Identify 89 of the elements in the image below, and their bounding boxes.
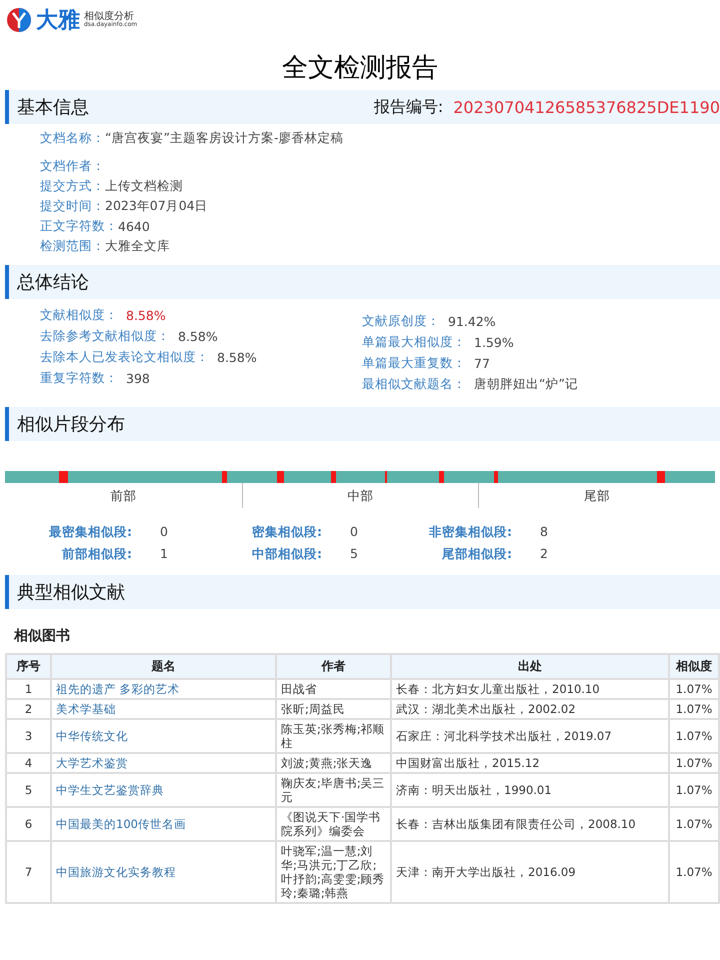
table-cell: 1.07% bbox=[669, 841, 719, 904]
field-value: 4640 bbox=[118, 219, 150, 234]
table-cell: 1.07% bbox=[669, 699, 719, 720]
table-cell: 1.07% bbox=[669, 719, 719, 754]
field-label: 检测范围： bbox=[40, 238, 105, 255]
field-value: “唐宫夜宴”主题客房设计方案-廖香林定稿 bbox=[105, 130, 344, 147]
table-cell: 张昕;周益民 bbox=[276, 699, 391, 720]
section-title: 总体结论 bbox=[17, 271, 89, 294]
metric-label: 单篇最大重复数： bbox=[362, 355, 466, 372]
field-value: 大雅全文库 bbox=[105, 238, 170, 255]
stat-label: 最密集相似段: bbox=[48, 524, 132, 541]
metric-value: 77 bbox=[474, 356, 490, 371]
table-cell: 1.07% bbox=[669, 753, 719, 774]
stat-label: 中部相似段: bbox=[251, 546, 322, 563]
stat-value: 5 bbox=[349, 546, 359, 563]
metric-value: 8.58% bbox=[126, 308, 166, 323]
segment-label: 中部 bbox=[347, 488, 374, 503]
stat-value: 2 bbox=[539, 546, 549, 563]
field-value: 2023年07月04日 bbox=[105, 198, 208, 215]
section-title: 典型相似文献 bbox=[17, 581, 125, 604]
column-header: 相似度 bbox=[669, 654, 719, 679]
metric-value: 8.58% bbox=[217, 350, 257, 365]
report-number: 20230704126585376825DE1190 bbox=[453, 98, 720, 116]
column-header: 题名 bbox=[51, 654, 276, 679]
metric-label: 去除参考文献相似度： bbox=[40, 328, 170, 345]
metric-value: 398 bbox=[126, 371, 150, 386]
stat-label: 非密集相似段: bbox=[428, 524, 512, 541]
table-cell: 7 bbox=[6, 841, 51, 904]
metric-label: 文献相似度： bbox=[40, 307, 118, 324]
logo-icon bbox=[6, 7, 32, 33]
table-cell: 1.07% bbox=[669, 679, 719, 700]
stat-value: 8 bbox=[539, 524, 549, 541]
metric-label: 文献原创度： bbox=[362, 313, 440, 330]
report-title: 全文检测报告 bbox=[281, 52, 439, 85]
table-cell: 4 bbox=[6, 753, 51, 774]
logo-name: 大雅 bbox=[36, 7, 80, 35]
book-title-link[interactable]: 美术学基础 bbox=[56, 702, 116, 716]
field-value: 上传文档检测 bbox=[105, 178, 183, 195]
table-cell: 叶骁军;温一慧;刘华;马洪元;丁乙欣;叶抒韵;高雯雯;顾秀玲;秦璐;韩燕 bbox=[276, 841, 391, 904]
table-cell: 陈玉英;张秀梅;祁顺柱 bbox=[276, 719, 391, 754]
table-cell: 长春：北方妇女儿童出版社，2010.10 bbox=[391, 679, 669, 700]
table-cell: 2 bbox=[6, 699, 51, 720]
table-cell: 1 bbox=[6, 679, 51, 700]
stat-label: 前部相似段: bbox=[61, 546, 132, 563]
table-cell: 武汉：湖北美术出版社，2002.02 bbox=[391, 699, 669, 720]
stat-label: 密集相似段: bbox=[251, 524, 322, 541]
stat-label: 尾部相似段: bbox=[441, 546, 512, 563]
table-cell: 6 bbox=[6, 807, 51, 842]
metric-value: 8.58% bbox=[178, 329, 218, 344]
table-cell: 3 bbox=[6, 719, 51, 754]
table-cell: 长春：吉林出版集团有限责任公司，2008.10 bbox=[391, 807, 669, 842]
field-label: 文档作者： bbox=[40, 158, 105, 175]
book-title-link[interactable]: 中国旅游文化实务教程 bbox=[56, 865, 176, 880]
table-cell: 1.07% bbox=[669, 773, 719, 808]
metric-value: 91.42% bbox=[448, 314, 496, 329]
column-header: 出处 bbox=[391, 654, 669, 679]
table-cell: 刘波;黄燕;张天逸 bbox=[276, 753, 391, 774]
table-cell: 济南：明天出版社，1990.01 bbox=[391, 773, 669, 808]
column-header: 作者 bbox=[276, 654, 391, 679]
report-number-label: 报告编号: bbox=[374, 96, 444, 118]
field-label: 正文字符数： bbox=[40, 218, 118, 235]
metric-value: 唐朝胖妞出“炉”记 bbox=[474, 376, 578, 393]
segment-label: 尾部 bbox=[584, 488, 610, 503]
logo-tagline: 相似度分析 bbox=[84, 11, 134, 22]
segment-label: 前部 bbox=[110, 488, 136, 503]
stat-value: 0 bbox=[349, 524, 359, 541]
metric-label: 最相似文献题名： bbox=[362, 376, 466, 393]
stat-value: 0 bbox=[159, 524, 169, 541]
section-title: 基本信息 bbox=[17, 96, 89, 119]
table-cell: 田战省 bbox=[276, 679, 391, 700]
table-cell: 石家庄：河北科学技术出版社，2019.07 bbox=[391, 719, 669, 754]
table-cell: 中国财富出版社，2015.12 bbox=[391, 753, 669, 774]
field-label: 提交方式： bbox=[40, 178, 105, 195]
metric-label: 重复字符数： bbox=[40, 370, 118, 387]
metric-label: 单篇最大相似度： bbox=[362, 334, 466, 351]
metric-value: 1.59% bbox=[474, 335, 514, 350]
section-title: 相似片段分布 bbox=[17, 413, 125, 436]
table-cell: 1.07% bbox=[669, 807, 719, 842]
column-header: 序号 bbox=[6, 654, 51, 679]
table-cell: 天津：南开大学出版社，2016.09 bbox=[391, 841, 669, 904]
metric-label: 去除本人已发表论文相似度： bbox=[40, 349, 209, 366]
table-cell: 《图说天下·国学书院系列》编委会 bbox=[276, 807, 391, 842]
field-label: 提交时间： bbox=[40, 198, 105, 215]
subsection-title: 相似图书 bbox=[12, 627, 71, 646]
table-cell: 5 bbox=[6, 773, 51, 808]
table-cell: 鞠庆友;毕唐书;吴三元 bbox=[276, 773, 391, 808]
field-label: 文档名称： bbox=[40, 130, 105, 147]
stat-value: 1 bbox=[159, 546, 169, 563]
book-title-link[interactable]: 中华传统文化 bbox=[56, 729, 128, 744]
